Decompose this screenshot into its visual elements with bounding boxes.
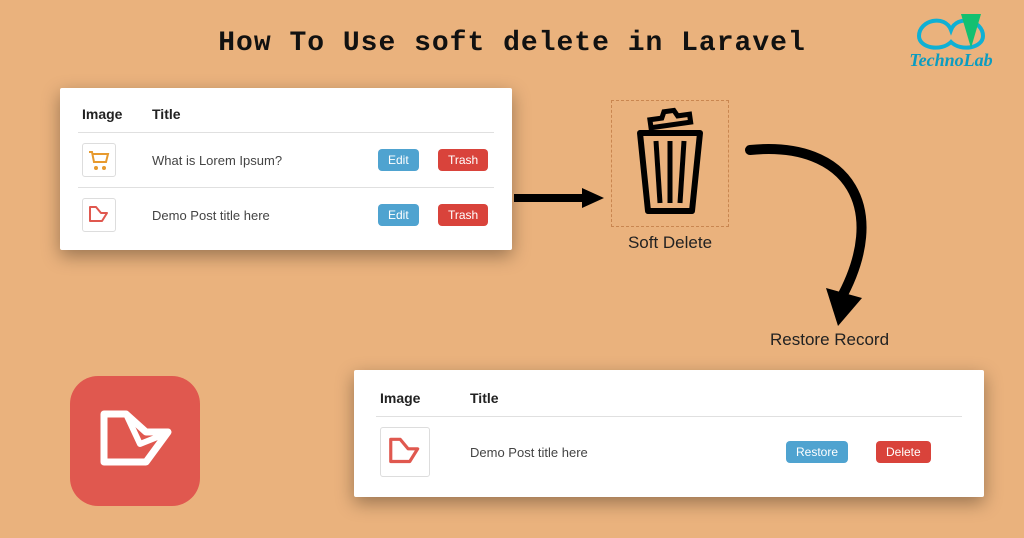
laravel-icon bbox=[82, 198, 116, 232]
trashed-card: Image Title Demo Post title here Restore… bbox=[354, 370, 984, 497]
table-row: Demo Post title here Restore Delete bbox=[376, 417, 962, 488]
laravel-icon bbox=[380, 427, 430, 477]
table-row: Demo Post title here Edit Trash bbox=[78, 188, 494, 243]
col-title: Title bbox=[466, 384, 782, 417]
trash-button[interactable]: Trash bbox=[438, 204, 488, 226]
trash-icon bbox=[620, 107, 720, 217]
trashed-table: Image Title Demo Post title here Restore… bbox=[376, 384, 962, 487]
brand-mark-icon bbox=[911, 8, 991, 54]
col-image: Image bbox=[376, 384, 466, 417]
col-title: Title bbox=[148, 100, 374, 133]
delete-button[interactable]: Delete bbox=[876, 441, 931, 463]
laravel-logo bbox=[70, 376, 200, 506]
trash-button[interactable]: Trash bbox=[438, 149, 488, 171]
posts-table: Image Title What is Lorem Ipsum bbox=[78, 100, 494, 242]
post-title: What is Lorem Ipsum? bbox=[148, 133, 374, 188]
laravel-mark-icon bbox=[90, 396, 180, 486]
edit-button[interactable]: Edit bbox=[378, 204, 419, 226]
post-title: Demo Post title here bbox=[466, 417, 782, 488]
page-title: How To Use soft delete in Laravel bbox=[0, 28, 1024, 59]
post-title: Demo Post title here bbox=[148, 188, 374, 243]
edit-button[interactable]: Edit bbox=[378, 149, 419, 171]
soft-delete-label: Soft Delete bbox=[605, 233, 735, 253]
col-image: Image bbox=[78, 100, 148, 133]
arrow-curve-icon bbox=[730, 130, 900, 330]
table-row: What is Lorem Ipsum? Edit Trash bbox=[78, 133, 494, 188]
posts-card: Image Title What is Lorem Ipsum bbox=[60, 88, 512, 250]
brand-logo: TechnoLab bbox=[896, 8, 1006, 78]
cart-icon bbox=[82, 143, 116, 177]
brand-name: TechnoLab bbox=[896, 50, 1006, 71]
arrow-right-icon bbox=[512, 186, 604, 210]
restore-button[interactable]: Restore bbox=[786, 441, 848, 463]
restore-label: Restore Record bbox=[770, 330, 889, 350]
soft-delete-block: Soft Delete bbox=[605, 100, 735, 253]
